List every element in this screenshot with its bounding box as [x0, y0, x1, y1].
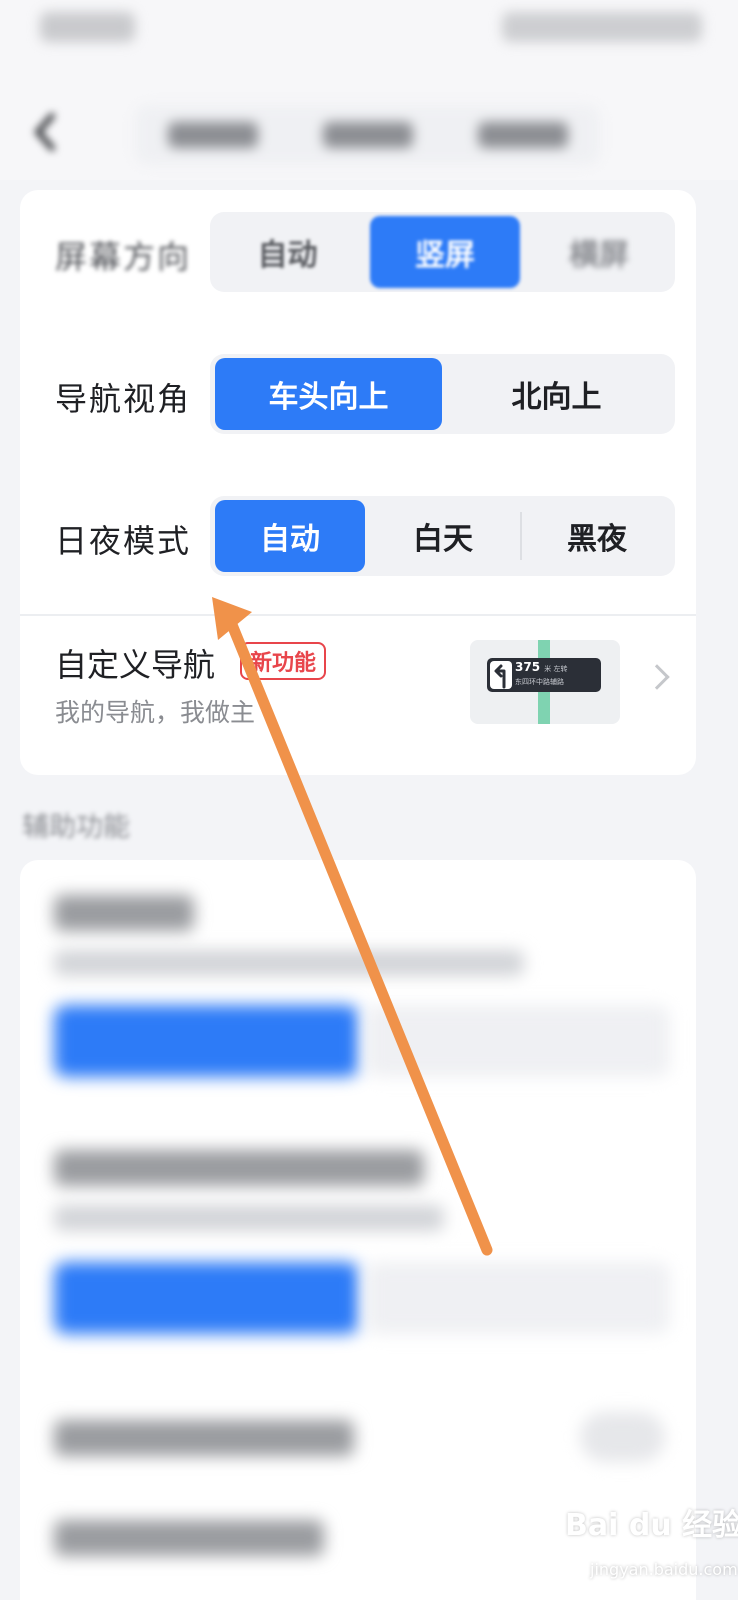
day-night-auto-option[interactable]: 自动	[215, 500, 365, 572]
status-time	[40, 12, 135, 42]
divider	[20, 614, 696, 616]
assist-features-card	[20, 860, 696, 1600]
blurred-title	[54, 1520, 324, 1556]
section-title: 辅助功能	[22, 812, 130, 843]
blurred-desc	[54, 950, 524, 976]
tab-3[interactable]	[477, 122, 568, 148]
blurred-title	[54, 895, 194, 931]
nav-view-heading-up-option[interactable]: 车头向上	[215, 358, 442, 430]
turn-left-icon	[490, 661, 512, 689]
preview-distance: 375 米 左转	[515, 660, 568, 674]
tab-2[interactable]	[322, 122, 413, 148]
tab-1[interactable]	[167, 122, 258, 148]
screen-orientation-segmented: 自动 竖屏 横屏	[210, 212, 675, 292]
blurred-desc	[54, 1205, 444, 1231]
blurred-option-active[interactable]	[54, 1262, 359, 1334]
watermark-url: jingyan.baidu.com	[590, 1560, 738, 1579]
chevron-right-icon[interactable]	[644, 664, 670, 690]
nav-view-label: 导航视角	[55, 380, 192, 418]
blurred-title	[54, 1150, 424, 1186]
blurred-title	[54, 1420, 354, 1456]
status-icons	[502, 12, 702, 42]
blurred-option[interactable]	[365, 1005, 670, 1077]
blurred-toggle[interactable]	[580, 1412, 665, 1462]
preview-guidance-sign: 375 米 左转 东四环中路辅路	[487, 658, 601, 692]
custom-nav-preview-image[interactable]: 375 米 左转 东四环中路辅路	[470, 640, 620, 724]
custom-nav-title[interactable]: 自定义导航	[55, 640, 215, 686]
orientation-portrait-option[interactable]: 竖屏	[370, 216, 520, 288]
status-bar	[0, 0, 738, 60]
header	[0, 60, 738, 180]
orientation-landscape-option[interactable]: 横屏	[528, 216, 670, 288]
day-night-label: 日夜模式	[55, 522, 192, 560]
day-night-day-option[interactable]: 白天	[368, 500, 518, 572]
custom-nav-subtitle: 我的导航，我做主	[55, 698, 256, 727]
back-arrow-icon[interactable]	[30, 112, 60, 152]
settings-screen: 屏幕方向 自动 竖屏 横屏 导航视角 车头向上 北向上 日夜模式 自动 白天 黑…	[0, 0, 738, 1600]
day-night-segmented: 自动 白天 黑夜	[210, 496, 675, 576]
watermark: Bai du 经验 jingyan.baidu.com	[545, 1490, 738, 1600]
screen-orientation-label: 屏幕方向	[55, 238, 192, 276]
nav-view-north-up-option[interactable]: 北向上	[443, 358, 670, 430]
watermark-logo: Bai du 经验	[565, 1508, 738, 1543]
blurred-option[interactable]	[365, 1262, 670, 1334]
new-feature-badge: 新功能	[240, 642, 327, 680]
day-night-night-option[interactable]: 黑夜	[522, 500, 672, 572]
blurred-option-active[interactable]	[54, 1005, 359, 1077]
navigation-settings-card: 屏幕方向 自动 竖屏 横屏 导航视角 车头向上 北向上 日夜模式 自动 白天 黑…	[20, 190, 696, 775]
preview-road-name: 东四环中路辅路	[515, 678, 564, 686]
orientation-auto-option[interactable]: 自动	[215, 216, 360, 288]
nav-view-segmented: 车头向上 北向上	[210, 354, 675, 434]
top-tabs	[135, 105, 600, 165]
